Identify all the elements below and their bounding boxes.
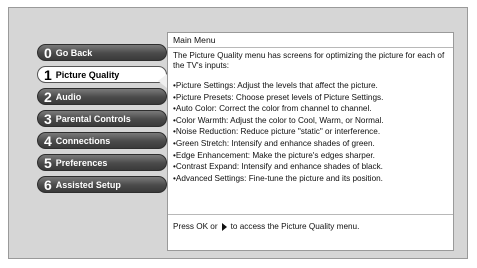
- list-item: •Green Stretch: Intensify and enhance sh…: [173, 138, 375, 148]
- main-menu-list: 0 Go Back 1 Picture Quality 2 Audio 3 Pa…: [37, 44, 167, 198]
- panel-intro: The Picture Quality menu has screens for…: [173, 51, 445, 70]
- menu-item-number: 3: [44, 110, 52, 127]
- menu-item-label: Connections: [55, 135, 111, 146]
- menu-item-parental-controls[interactable]: 3 Parental Controls: [37, 110, 167, 127]
- list-item: •Color Warmth: Adjust the color to Cool,…: [173, 115, 384, 125]
- list-item: •Contrast Expand: Intensify and enhance …: [173, 162, 383, 172]
- menu-item-label: Audio: [55, 91, 82, 102]
- menu-item-go-back[interactable]: 0 Go Back: [37, 44, 167, 61]
- menu-item-label: Picture Quality: [55, 69, 120, 80]
- selection-pointer-icon: [158, 74, 167, 88]
- panel-footer: Press OK or to access the Picture Qualit…: [168, 214, 453, 232]
- menu-item-label: Go Back: [55, 47, 93, 58]
- list-item: •Advanced Settings: Fine-tune the pictur…: [173, 173, 383, 183]
- menu-item-label: Parental Controls: [55, 113, 131, 124]
- menu-item-assisted-setup[interactable]: 6 Assisted Setup: [37, 176, 167, 193]
- menu-item-number: 5: [44, 154, 52, 171]
- list-item: •Picture Settings: Adjust the levels tha…: [173, 81, 378, 90]
- footer-text-after: to access the Picture Quality menu.: [230, 222, 360, 231]
- tv-screen: 0 Go Back 1 Picture Quality 2 Audio 3 Pa…: [8, 7, 468, 259]
- menu-item-label: Preferences: [55, 157, 108, 168]
- right-arrow-icon: [221, 223, 227, 231]
- panel-title: Main Menu: [168, 33, 453, 48]
- list-item: •Edge Enhancement: Make the picture's ed…: [173, 150, 375, 160]
- menu-item-number: 0: [44, 44, 52, 61]
- list-item: •Picture Presets: Choose preset levels o…: [173, 92, 384, 102]
- menu-item-label: Assisted Setup: [55, 179, 121, 190]
- menu-item-number: 2: [44, 88, 52, 105]
- info-panel: Main Menu The Picture Quality menu has s…: [167, 32, 454, 251]
- menu-item-picture-quality[interactable]: 1 Picture Quality: [37, 66, 167, 83]
- menu-item-connections[interactable]: 4 Connections: [37, 132, 167, 149]
- footer-text-before: Press OK or: [173, 222, 218, 231]
- menu-item-audio[interactable]: 2 Audio: [37, 88, 167, 105]
- list-item: •Auto Color: Correct the color from chan…: [173, 104, 372, 114]
- menu-item-number: 1: [44, 66, 52, 83]
- list-item: •Noise Reduction: Reduce picture "static…: [173, 127, 381, 137]
- menu-item-number: 4: [44, 132, 52, 149]
- feature-list: •Picture Settings: Adjust the levels tha…: [168, 72, 453, 184]
- menu-item-number: 6: [44, 176, 52, 193]
- menu-item-preferences[interactable]: 5 Preferences: [37, 154, 167, 171]
